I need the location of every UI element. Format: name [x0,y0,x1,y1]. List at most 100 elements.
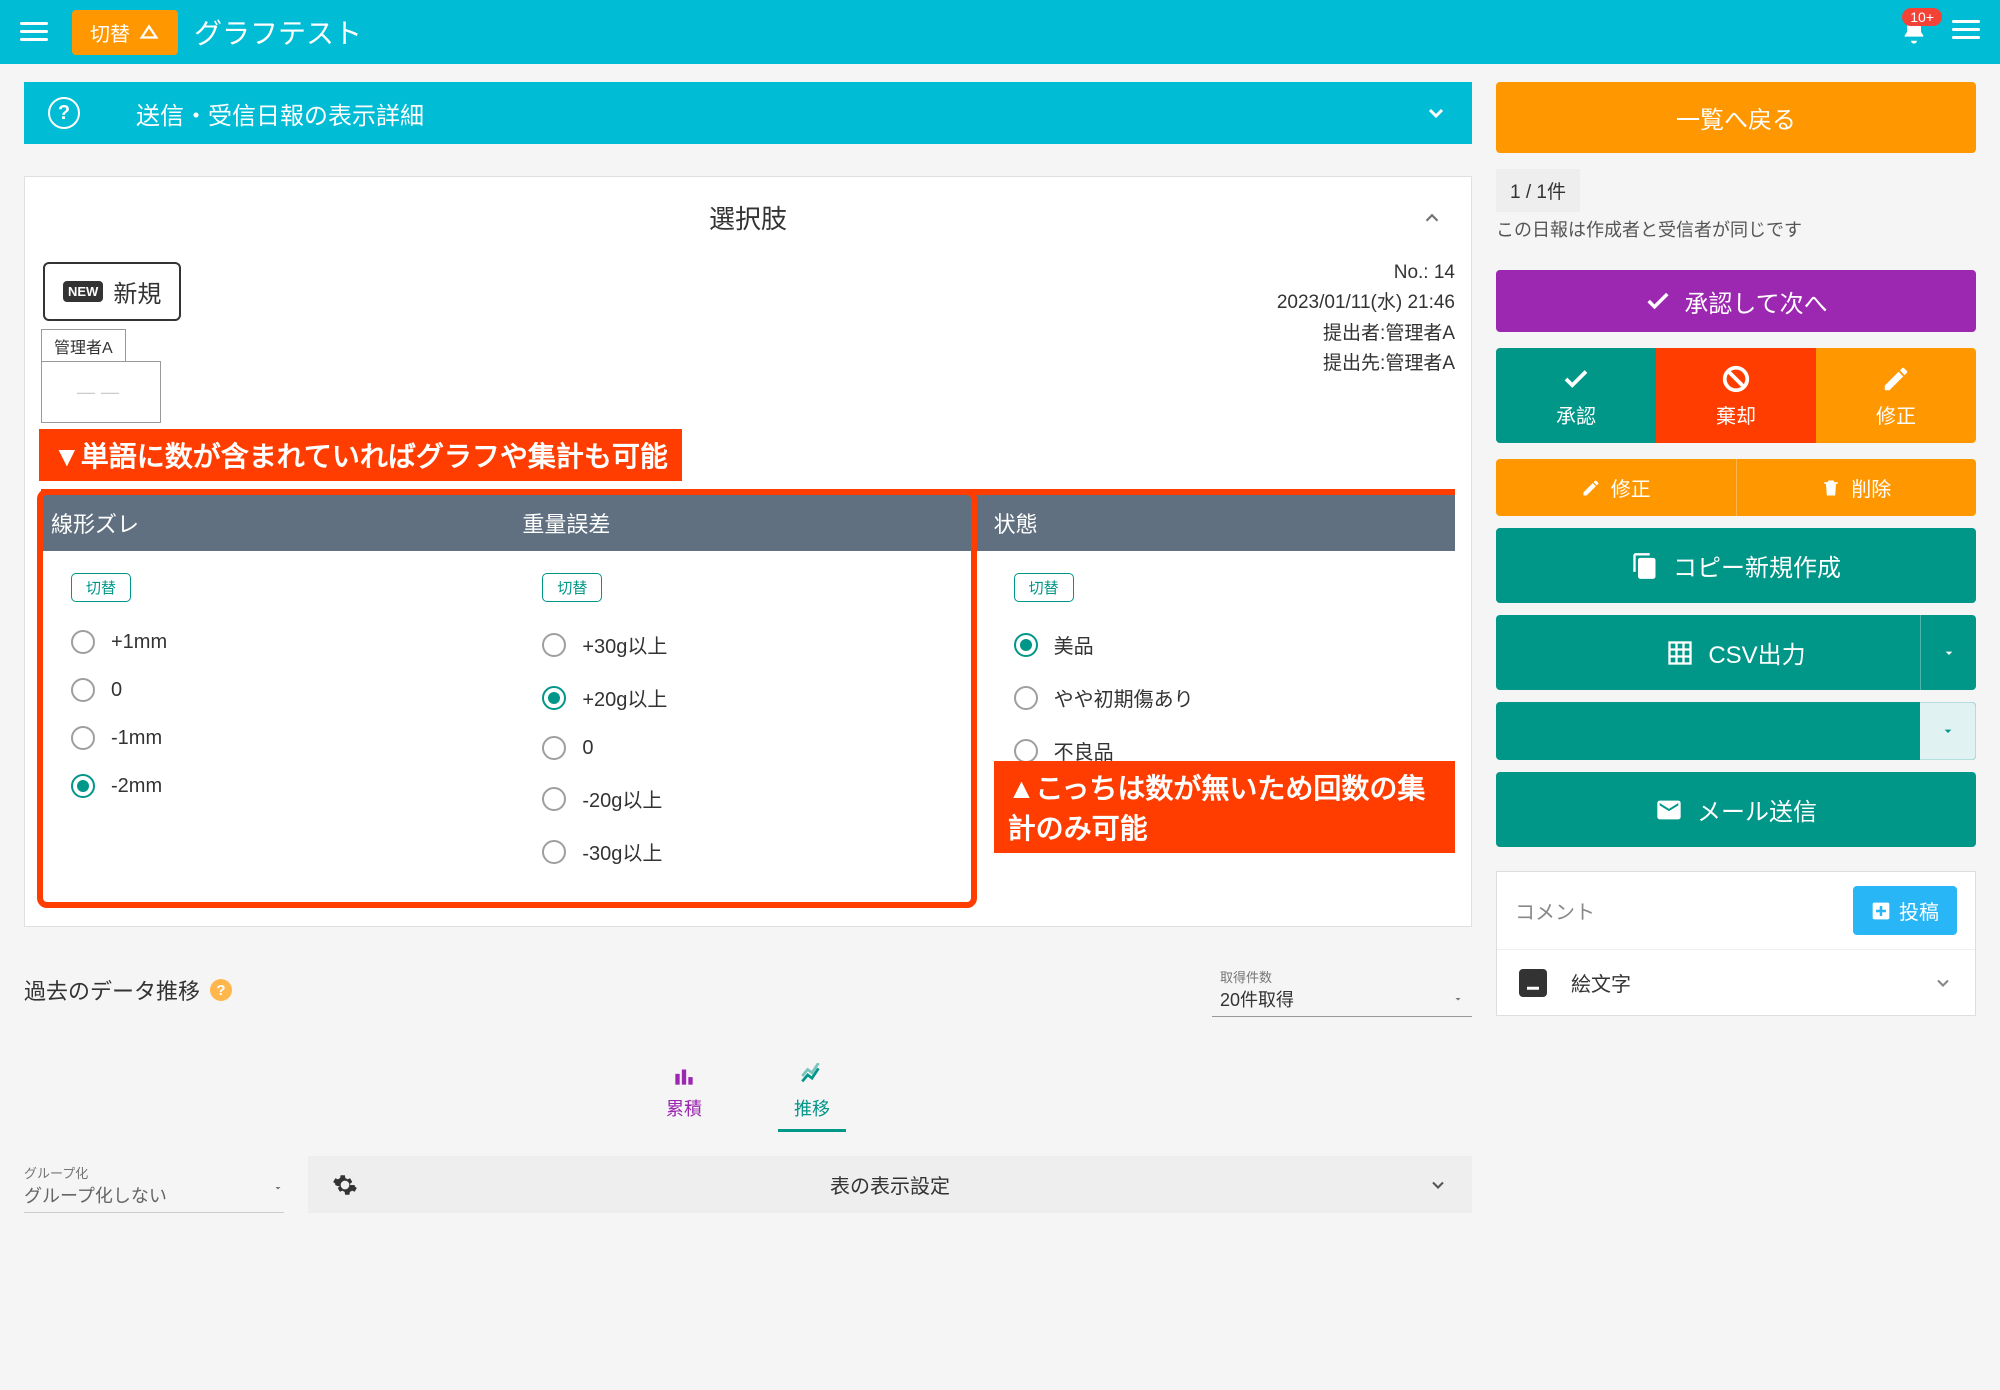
radio-icon [542,736,566,760]
toggle-chip[interactable]: 切替 [542,573,602,602]
chevron-down-icon [1933,973,1953,993]
pencil-icon [1581,478,1601,498]
radio-option[interactable]: やや初期傷あり [996,671,1443,724]
radio-icon [1014,739,1038,763]
table-settings-button[interactable]: 表の表示設定 [308,1156,1472,1213]
back-to-list-button[interactable]: 一覧へ戻る [1496,82,1976,153]
dropdown-icon [272,1182,284,1194]
app-header: 切替 グラフテスト 10+ [0,0,2000,64]
help-icon: ? [48,97,80,129]
help-icon[interactable]: ? [210,979,232,1001]
ban-icon [1721,364,1751,394]
mail-send-button[interactable]: メール送信 [1496,772,1976,847]
copy-icon [1631,552,1659,580]
switch-button[interactable]: 切替 [72,10,178,55]
tab-cumulative[interactable]: 累積 [650,1055,718,1132]
radio-icon [542,840,566,864]
switch-label: 切替 [90,18,130,47]
new-button[interactable]: NEW 新規 [43,262,181,321]
line-chart-icon [799,1063,825,1089]
grid-icon [1666,639,1694,667]
column-weight: 重量誤差 切替 +30g以上 +20g以上 0 -20g以上 -30g以上 [512,495,983,902]
reject-button[interactable]: 棄却 [1656,348,1816,443]
notifications-button[interactable]: 10+ [1900,18,1928,46]
radio-option[interactable]: 美品 [996,618,1443,671]
signature-box[interactable]: —— [41,361,161,423]
chevron-down-icon [1424,101,1448,125]
fetch-count-select[interactable]: 取得件数 20件取得 [1212,963,1472,1017]
admin-tab[interactable]: 管理者A [41,329,126,362]
radio-option[interactable]: -2mm [53,762,500,810]
radio-icon [542,787,566,811]
edit-button[interactable]: 修正 [1816,348,1976,443]
card-header[interactable]: 選択肢 [25,177,1471,258]
toggle-chip[interactable]: 切替 [1014,573,1074,602]
approve-button[interactable]: 承認 [1496,348,1656,443]
comment-label: コメント [1515,896,1595,925]
hidden-dropdown-row[interactable] [1496,702,1976,760]
meta-submitter: 提出者:管理者A [1277,319,1455,349]
tab-trend[interactable]: 推移 [778,1055,846,1132]
group-select[interactable]: グループ化 グループ化しない [24,1159,284,1213]
triangle-up-icon [138,21,160,43]
option-table: 線形ズレ 切替 +1mm 0 -1mm -2mm 重量誤差 切替 [41,489,1455,902]
col-header: 状態 [984,495,1455,551]
annotation-right: ▲こっちは数が無いため回数の集計のみ可能 [994,761,1455,853]
more-menu[interactable] [1952,20,1980,44]
approve-next-button[interactable]: 承認して次へ [1496,270,1976,332]
col-header: 線形ズレ [41,495,512,551]
radio-icon [1014,633,1038,657]
mail-icon [1655,796,1683,824]
csv-dropdown[interactable] [1920,615,1976,690]
history-title: 過去のデータ推移 [24,974,200,1006]
new-badge-icon: NEW [63,281,103,302]
radio-option[interactable]: -1mm [53,714,500,762]
radio-option[interactable]: +20g以上 [524,671,971,724]
copy-new-button[interactable]: コピー新規作成 [1496,528,1976,603]
column-linear: 線形ズレ 切替 +1mm 0 -1mm -2mm [41,495,512,902]
radio-option[interactable]: 0 [53,666,500,714]
toggle-chip[interactable]: 切替 [71,573,131,602]
report-meta: No.: 14 2023/01/11(水) 21:46 提出者:管理者A 提出先… [1277,258,1455,380]
radio-icon [542,686,566,710]
action-row: 承認 棄却 修正 [1496,348,1976,443]
radio-option[interactable]: -20g以上 [524,772,971,825]
radio-option[interactable]: -30g以上 [524,825,971,878]
csv-export-button[interactable]: CSV出力 [1496,615,1976,690]
dropdown-icon [1940,723,1956,739]
notification-badge: 10+ [1902,8,1942,26]
dropdown-icon [1941,645,1957,661]
pager-note: この日報は作成者と受信者が同じです [1496,216,1976,242]
radio-option[interactable]: 0 [524,724,971,772]
menu-toggle[interactable] [20,22,48,42]
check-icon [1561,364,1591,394]
col-header: 重量誤差 [512,495,983,551]
radio-icon [71,774,95,798]
history-section: 過去のデータ推移 ? 取得件数 20件取得 累積 推移 [24,955,1472,1213]
trash-icon [1821,478,1841,498]
plus-icon [1871,901,1891,921]
comment-box: コメント 投稿 絵文字 [1496,871,1976,1016]
edit-button-2[interactable]: 修正 [1496,459,1737,516]
radio-icon [71,726,95,750]
fetch-value: 20件取得 [1220,986,1294,1012]
meta-date: 2023/01/11(水) 21:46 [1277,288,1455,318]
edit-delete-row: 修正 削除 [1496,459,1976,516]
delete-button[interactable]: 削除 [1737,459,1977,516]
radio-option[interactable]: +1mm [53,618,500,666]
download-icon [1519,969,1547,997]
emoji-row[interactable]: 絵文字 [1497,949,1975,1015]
group-label: グループ化 [24,1163,284,1182]
detail-expand-bar[interactable]: ? 送信・受信日報の表示詳細 [24,82,1472,144]
column-state: 状態 切替 美品 やや初期傷あり 不良品 ▲こっちは数が無いため回数の集計のみ可… [984,495,1455,902]
card-title: 選択肢 [709,199,787,236]
post-button[interactable]: 投稿 [1853,886,1957,935]
radio-option[interactable]: +30g以上 [524,618,971,671]
table-settings-label: 表の表示設定 [830,1170,950,1199]
dropdown-toggle[interactable] [1920,702,1976,760]
dropdown-icon [1452,993,1464,1005]
check-icon [1644,287,1672,315]
radio-icon [542,633,566,657]
group-value: グループ化しない [24,1182,167,1208]
radio-icon [1014,686,1038,710]
